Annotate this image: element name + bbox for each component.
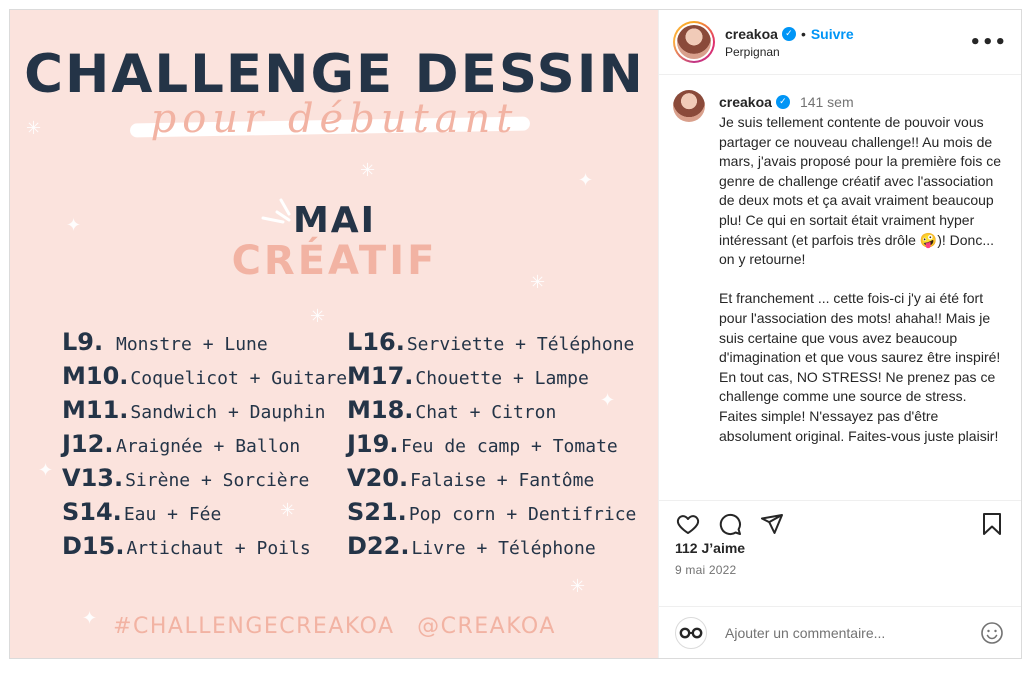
list-item: D22. Livre + Téléphone — [347, 532, 636, 566]
post-image[interactable]: ✳ ✦ ✳ ✦ ✳ ✦ ✳ ✦ ✳ ✦ ✳ CHALLENGE DESSIN p… — [10, 10, 659, 658]
day-words: Artichaut + Poils — [126, 538, 311, 559]
separator-dot: • — [800, 25, 806, 42]
post-date[interactable]: 9 mai 2022 — [675, 563, 736, 577]
day-list-col2: L16. Serviette + Téléphone M17. Chouette +… — [347, 328, 636, 566]
image-subtitle: pour débutant — [150, 96, 519, 142]
list-item: M17. Chouette + Lampe — [347, 362, 636, 396]
sparkle-icon: ✦ — [578, 170, 594, 191]
day-words: Chat + Citron — [415, 402, 557, 423]
list-item: S14. Eau + Fée — [62, 498, 347, 532]
list-item: M11. Sandwich + Dauphin — [62, 396, 347, 430]
image-month-line1: MAI — [292, 200, 377, 241]
day-words: Livre + Téléphone — [411, 538, 596, 559]
sparkle-icon: ✳ — [360, 160, 376, 181]
day-label: L9. — [62, 328, 104, 356]
day-words: Serviette + Téléphone — [406, 334, 635, 355]
list-item: L9. Monstre + Lune — [62, 328, 347, 362]
caption-area[interactable]: creakoa ✓ 141 sem Je suis tellement cont… — [659, 76, 1021, 492]
day-label: M18. — [347, 396, 414, 424]
day-words: Coquelicot + Guitare — [130, 368, 348, 389]
comment-bar — [659, 606, 1021, 658]
day-words: Pop corn + Dentifrice — [408, 504, 637, 525]
avatar-border — [675, 23, 713, 61]
list-item: M10. Coquelicot + Guitare — [62, 362, 347, 396]
comment-icon — [719, 513, 741, 535]
verified-badge-icon: ✓ — [781, 26, 796, 41]
day-label: M10. — [62, 362, 129, 390]
list-item: M18. Chat + Citron — [347, 396, 636, 430]
day-words: Falaise + Fantôme — [410, 470, 595, 491]
sparkle-icon: ✳ — [310, 306, 326, 327]
day-label: V13. — [62, 464, 124, 492]
list-item: V20. Falaise + Fantôme — [347, 464, 636, 498]
emoji-button[interactable] — [979, 620, 1005, 646]
user-avatar — [675, 616, 707, 649]
day-label: M11. — [62, 396, 129, 424]
list-item: J19. Feu de camp + Tomate — [347, 430, 636, 464]
caption-text: Je suis tellement contente de pouvoir vo… — [719, 114, 1002, 444]
day-list-col1: L9. Monstre + Lune M10. Coquelicot + Guita… — [62, 328, 347, 566]
verified-badge-icon: ✓ — [775, 95, 790, 109]
share-icon — [761, 513, 783, 534]
day-label: D22. — [347, 532, 410, 560]
image-footer: #CHALLENGECREAKOA @CREAKOA — [10, 614, 658, 639]
comment-input[interactable] — [725, 624, 965, 641]
comment-button[interactable] — [717, 511, 743, 537]
day-label: J12. — [62, 430, 114, 458]
header-text: creakoa ✓ • Suivre Perpignan — [725, 26, 854, 59]
day-label: D15. — [62, 532, 125, 560]
avatar[interactable] — [673, 21, 715, 63]
day-label: J19. — [347, 430, 399, 458]
image-hashtag: #CHALLENGECREAKOA — [113, 614, 395, 639]
bookmark-icon — [983, 512, 1001, 535]
save-button[interactable] — [979, 511, 1005, 537]
day-words: Eau + Fée — [123, 504, 222, 525]
heart-icon — [676, 514, 700, 534]
day-words: Araignée + Ballon — [116, 436, 301, 457]
list-item: L16. Serviette + Téléphone — [347, 328, 636, 362]
username-link[interactable]: creakoa — [725, 26, 778, 42]
avatar-image — [677, 25, 711, 59]
post-modal: ✳ ✦ ✳ ✦ ✳ ✦ ✳ ✦ ✳ ✦ ✳ CHALLENGE DESSIN p… — [9, 9, 1022, 659]
day-label: L16. — [347, 328, 405, 356]
day-label: S21. — [347, 498, 407, 526]
post-header: creakoa ✓ • Suivre Perpignan ••• — [659, 10, 1021, 75]
day-words: Feu de camp + Tomate — [401, 436, 618, 457]
day-label: V20. — [347, 464, 409, 492]
header-line: creakoa ✓ • Suivre — [725, 26, 854, 42]
post-time[interactable]: 141 sem — [800, 94, 854, 110]
day-words: Sandwich + Dauphin — [130, 402, 326, 423]
username-link[interactable]: creakoa — [719, 94, 772, 110]
share-button[interactable] — [759, 511, 785, 537]
list-item: V13. Sirène + Sorcière — [62, 464, 347, 498]
list-item: J12. Araignée + Ballon — [62, 430, 347, 464]
likes-count[interactable]: 112 J’aime — [675, 540, 745, 556]
day-words: Sirène + Sorcière — [125, 470, 310, 491]
caption-header: creakoa ✓ 141 sem — [719, 94, 1007, 110]
image-month-line2: CRÉATIF — [231, 238, 438, 284]
glasses-icon — [679, 627, 703, 638]
avatar[interactable] — [673, 90, 705, 122]
day-label: S14. — [62, 498, 122, 526]
image-handle: @CREAKOA — [417, 614, 556, 639]
sparkle-icon: ✳ — [570, 576, 586, 597]
follow-button[interactable]: Suivre — [811, 26, 854, 42]
day-label: M17. — [347, 362, 414, 390]
sparkle-icon: ✦ — [38, 460, 54, 481]
list-item: D15. Artichaut + Poils — [62, 532, 347, 566]
day-words: Chouette + Lampe — [415, 368, 589, 389]
like-button[interactable] — [675, 511, 701, 537]
day-words: Monstre + Lune — [116, 334, 268, 355]
post-side-panel: creakoa ✓ • Suivre Perpignan ••• creakoa… — [659, 10, 1021, 658]
emoji-icon — [981, 621, 1003, 644]
list-item: S21. Pop corn + Dentifrice — [347, 498, 636, 532]
location-link[interactable]: Perpignan — [725, 45, 854, 59]
more-options-icon[interactable]: ••• — [969, 32, 1007, 53]
